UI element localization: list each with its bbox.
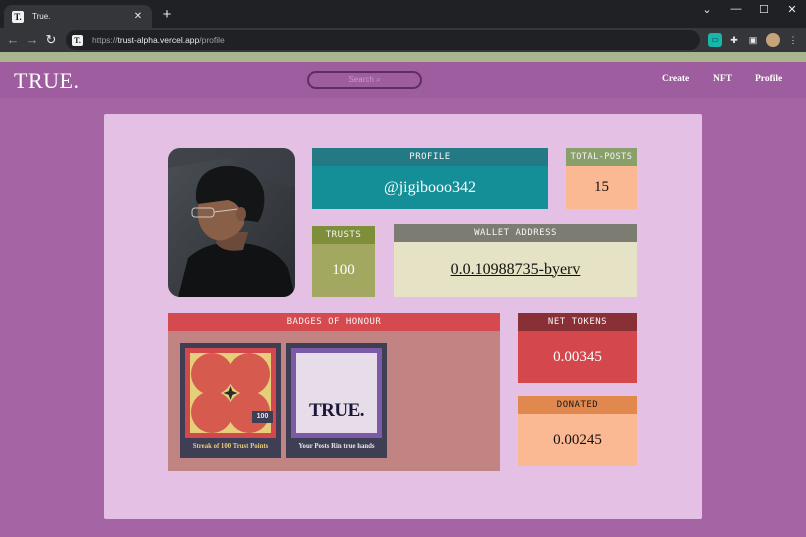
profile-panel: PROFILE @jigibooo342 — [312, 148, 548, 209]
badge-true-hands[interactable]: TRUE. Your Posts Rin true hands — [286, 343, 387, 458]
extension-icon[interactable]: ▭ — [708, 33, 722, 47]
profile-header: PROFILE — [312, 148, 548, 166]
nav-profile-link[interactable]: Profile — [755, 74, 782, 84]
forward-icon[interactable]: → — [23, 31, 41, 49]
true-badge-icon: TRUE. — [291, 348, 382, 438]
avatar — [168, 148, 295, 297]
url-scheme: https:// — [92, 35, 118, 45]
window-close-icon[interactable]: ✕ — [784, 3, 800, 16]
back-icon[interactable]: ← — [4, 31, 22, 49]
url-path: /profile — [199, 35, 225, 45]
total-posts-header: TOTAL-POSTS — [566, 148, 637, 166]
wallet-header: WALLET ADDRESS — [394, 224, 637, 242]
badges-panel: BADGES OF HONOUR 100 Streak of 100 Trust… — [168, 313, 500, 471]
wallet-address-link[interactable]: 0.0.10988735-byerv — [451, 261, 581, 279]
donated-header: DONATED — [518, 396, 637, 414]
trusts-value: 100 — [312, 244, 375, 297]
reload-icon[interactable]: ↻ — [42, 31, 60, 49]
close-icon[interactable]: ✕ — [132, 11, 144, 22]
browser-toolbar: ← → ↻ T. https://trust-alpha.vercel.app/… — [0, 28, 806, 52]
badges-header: BADGES OF HONOUR — [168, 313, 500, 331]
net-tokens-panel: NET TOKENS 0.00345 — [518, 313, 637, 383]
url-text[interactable]: https://trust-alpha.vercel.app/profile — [92, 35, 225, 45]
favicon-icon: T. — [12, 10, 24, 23]
total-posts-value: 15 — [566, 166, 637, 209]
browser-tab-bar: T. True. ✕ + ⌄ — ☐ ✕ — [0, 0, 806, 28]
streak-badge-icon: 100 — [185, 348, 276, 438]
badge-caption: Streak of 100 Trust Points — [192, 443, 269, 450]
wallet-address-row: 0.0.10988735-byerv — [394, 242, 637, 297]
puzzle-icon[interactable]: ✚ — [727, 33, 741, 47]
browser-tab[interactable]: T. True. ✕ — [4, 5, 152, 28]
nav-nft-link[interactable]: NFT — [713, 74, 732, 84]
net-tokens-header: NET TOKENS — [518, 313, 637, 331]
donated-panel: DONATED 0.00245 — [518, 396, 637, 466]
new-tab-icon[interactable]: + — [160, 7, 174, 23]
tab-title: True. — [32, 12, 51, 21]
profile-handle: @jigibooo342 — [312, 166, 548, 209]
donated-value: 0.00245 — [518, 414, 637, 466]
maximize-icon[interactable]: ☐ — [756, 3, 772, 16]
site-navbar: TRUE. Search ⌕ Create NFT Profile — [0, 62, 806, 98]
minimize-icon[interactable]: — — [728, 3, 744, 15]
badge-streak[interactable]: 100 Streak of 100 Trust Points — [180, 343, 281, 458]
search-input[interactable]: Search ⌕ — [307, 71, 422, 89]
site-logo[interactable]: TRUE. — [14, 68, 79, 94]
badges-list: 100 Streak of 100 Trust Points TRUE. You… — [168, 331, 500, 471]
true-badge-logo: TRUE. — [308, 400, 365, 421]
nav-create-link[interactable]: Create — [662, 74, 689, 84]
address-bar[interactable]: T. https://trust-alpha.vercel.app/profil… — [66, 30, 700, 50]
bookmark-strip — [0, 52, 806, 62]
trusts-panel: TRUSTS 100 — [312, 226, 375, 297]
streak-badge-tag: 100 — [252, 411, 273, 423]
total-posts-panel: TOTAL-POSTS 15 — [566, 148, 637, 209]
net-tokens-value: 0.00345 — [518, 331, 637, 383]
menu-icon[interactable]: ⋮ — [786, 33, 800, 47]
trusts-header: TRUSTS — [312, 226, 375, 244]
site-info-icon[interactable]: T. — [72, 34, 83, 46]
profile-avatar-icon[interactable] — [766, 33, 780, 47]
url-host: trust-alpha.vercel.app — [117, 35, 200, 45]
wallet-panel: WALLET ADDRESS 0.0.10988735-byerv — [394, 224, 637, 297]
tab-search-icon[interactable]: ⌄ — [699, 3, 715, 16]
badge-caption: Your Posts Rin true hands — [298, 443, 375, 450]
side-panel-icon[interactable]: ▣ — [746, 33, 760, 47]
